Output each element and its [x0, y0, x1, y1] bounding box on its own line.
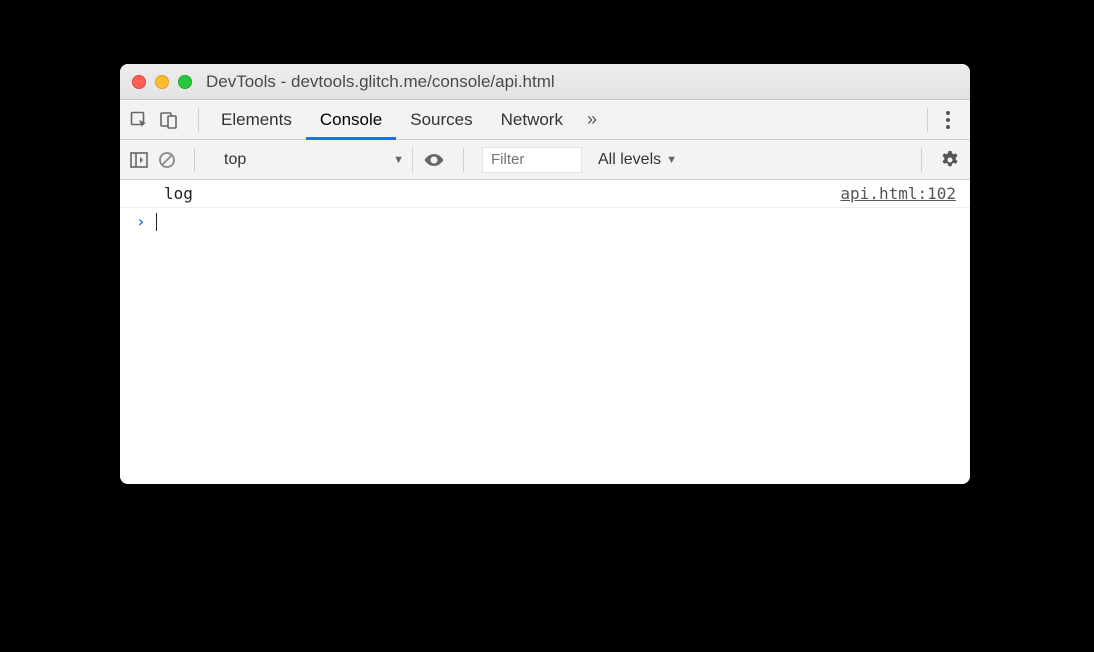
tab-console[interactable]: Console — [306, 100, 396, 140]
console-toolbar: top ▼ All levels ▼ — [120, 140, 970, 180]
divider — [194, 148, 195, 172]
sidebar-toggle-icon[interactable] — [130, 152, 148, 168]
text-cursor — [156, 213, 157, 231]
levels-label: All levels — [598, 151, 661, 169]
tab-elements[interactable]: Elements — [207, 100, 306, 140]
maximize-icon[interactable] — [178, 75, 192, 89]
gear-icon[interactable] — [940, 150, 960, 170]
divider — [198, 108, 199, 132]
levels-selector[interactable]: All levels ▼ — [592, 151, 683, 169]
tabbar: Elements Console Sources Network » — [120, 100, 970, 140]
console-prompt[interactable]: › — [120, 208, 970, 235]
titlebar: DevTools - devtools.glitch.me/console/ap… — [120, 64, 970, 100]
minimize-icon[interactable] — [155, 75, 169, 89]
log-source-link[interactable]: api.html:102 — [840, 184, 956, 203]
console-output: log api.html:102 › — [120, 180, 970, 484]
chevron-down-icon: ▼ — [393, 154, 404, 166]
divider — [927, 108, 928, 132]
filter-input[interactable] — [482, 147, 582, 173]
prompt-caret-icon: › — [136, 212, 146, 231]
chevron-down-icon: ▼ — [666, 154, 677, 166]
close-icon[interactable] — [132, 75, 146, 89]
divider — [921, 148, 922, 172]
log-message: log — [164, 184, 193, 203]
eye-icon[interactable] — [423, 152, 445, 168]
log-entry: log api.html:102 — [120, 180, 970, 208]
device-icon[interactable] — [160, 111, 178, 129]
window-title: DevTools - devtools.glitch.me/console/ap… — [206, 72, 555, 92]
clear-console-icon[interactable] — [158, 151, 176, 169]
more-tabs-icon[interactable]: » — [577, 109, 607, 130]
devtools-window: DevTools - devtools.glitch.me/console/ap… — [120, 64, 970, 484]
context-selector[interactable]: top ▼ — [213, 146, 413, 174]
divider — [463, 148, 464, 172]
tab-sources[interactable]: Sources — [396, 100, 486, 140]
inspect-icon[interactable] — [130, 111, 148, 129]
traffic-lights — [132, 75, 192, 89]
context-label: top — [224, 151, 246, 169]
tab-network[interactable]: Network — [487, 100, 577, 140]
kebab-menu-icon[interactable] — [936, 111, 960, 129]
